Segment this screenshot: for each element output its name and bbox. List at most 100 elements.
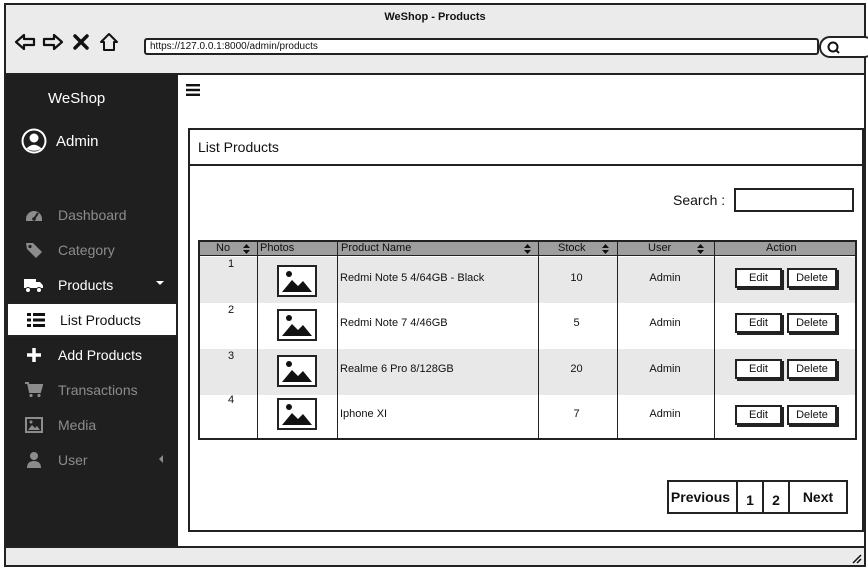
sidebar-item-label: Products <box>58 276 114 293</box>
row-number: 1 <box>228 258 235 270</box>
sort-icon[interactable] <box>524 244 531 254</box>
sidebar-item-transactions[interactable]: Transactions <box>6 372 178 407</box>
product-photo <box>277 265 317 297</box>
tag-icon <box>24 240 44 260</box>
resize-handle-icon[interactable] <box>850 552 862 564</box>
forward-arrow-icon[interactable] <box>42 31 64 53</box>
browser-window: WeShop - Products https://127.0.0.1:8000… <box>4 3 868 567</box>
previous-page-button[interactable]: Previous <box>667 480 734 514</box>
address-bar[interactable]: https://127.0.0.1:8000/admin/products <box>144 38 819 55</box>
sidebar-user-name: Admin <box>56 132 99 150</box>
status-bar <box>6 546 864 565</box>
window-title: WeShop - Products <box>384 11 486 23</box>
row-number: 2 <box>228 304 235 316</box>
delete-button[interactable]: Delete <box>787 359 837 379</box>
cart-icon <box>24 380 44 400</box>
table-row: 4 Iphone XI 7 Admin Edit Delete <box>200 393 855 439</box>
sort-icon[interactable] <box>243 244 250 254</box>
page-1-button[interactable]: 1 <box>736 480 764 514</box>
truck-icon <box>24 275 44 295</box>
sort-icon[interactable] <box>697 244 704 254</box>
table-row: 3 Realme 6 Pro 8/128GB 20 Admin Edit Del… <box>200 349 855 395</box>
chevron-left-icon <box>159 455 163 463</box>
product-name: Redmi Note 7 4/46GB <box>340 317 448 329</box>
column-header-user[interactable]: User <box>645 242 671 256</box>
sidebar-item-list-products[interactable]: List Products <box>6 302 178 337</box>
product-stock: 7 <box>573 408 580 420</box>
browser-nav <box>14 31 120 53</box>
image-icon <box>24 415 44 435</box>
edit-button[interactable]: Edit <box>735 405 782 425</box>
sidebar: WeShop Admin Dashboard Category Products… <box>6 75 178 550</box>
next-page-button[interactable]: Next <box>788 480 848 514</box>
user-icon <box>24 450 44 470</box>
sidebar-item-label: Transactions <box>58 381 138 398</box>
products-panel: List Products Search : No Photos Product… <box>188 128 864 532</box>
product-name: Redmi Note 5 4/64GB - Black <box>340 272 485 284</box>
image-placeholder-icon <box>282 404 312 425</box>
search-label: Search : <box>673 192 726 208</box>
table-row: 2 Redmi Note 7 4/46GB 5 Admin Edit Delet… <box>200 303 855 349</box>
row-number: 3 <box>228 350 235 362</box>
dashboard-icon <box>24 205 44 225</box>
sidebar-item-user[interactable]: User <box>6 442 178 477</box>
product-stock: 10 <box>570 272 583 284</box>
edit-button[interactable]: Edit <box>735 268 782 288</box>
column-header-no[interactable]: No <box>213 242 230 256</box>
page-2-button[interactable]: 2 <box>762 480 790 514</box>
home-icon[interactable] <box>98 31 120 53</box>
product-name: Realme 6 Pro 8/128GB <box>340 363 454 375</box>
column-header-photos: Photos <box>260 242 295 254</box>
sidebar-item-dashboard[interactable]: Dashboard <box>6 197 178 232</box>
sidebar-item-add-products[interactable]: Add Products <box>6 337 178 372</box>
close-icon[interactable] <box>70 31 92 53</box>
list-icon <box>26 310 46 330</box>
search-icon <box>827 41 840 54</box>
product-user: Admin <box>649 363 681 375</box>
browser-toolbar: WeShop - Products https://127.0.0.1:8000… <box>6 5 868 75</box>
sidebar-item-category[interactable]: Category <box>6 232 178 267</box>
product-stock: 20 <box>570 363 583 375</box>
chevron-down-icon <box>156 281 164 285</box>
image-placeholder-icon <box>282 271 312 292</box>
brand-name: WeShop <box>48 90 106 107</box>
sidebar-item-label: Category <box>58 241 115 258</box>
column-divider <box>538 242 539 440</box>
sidebar-item-products[interactable]: Products <box>6 267 178 302</box>
product-photo <box>277 398 317 430</box>
pagination: Previous 1 2 Next <box>667 480 848 514</box>
column-divider <box>257 242 258 440</box>
sidebar-item-label: Add Products <box>58 346 143 363</box>
column-header-product-name[interactable]: Product Name <box>338 242 411 256</box>
edit-button[interactable]: Edit <box>735 359 782 379</box>
table-header: No Photos Product Name Stock User Action <box>200 242 855 256</box>
sidebar-user: Admin <box>20 127 99 155</box>
delete-button[interactable]: Delete <box>787 313 837 333</box>
column-header-stock[interactable]: Stock <box>555 242 586 256</box>
browser-search-button[interactable] <box>819 36 868 58</box>
column-header-action: Action <box>766 242 797 254</box>
product-photo <box>277 309 317 341</box>
image-placeholder-icon <box>282 361 312 382</box>
table-row: 1 Redmi Note 5 4/64GB - Black 10 Admin E… <box>200 257 855 303</box>
back-arrow-icon[interactable] <box>14 31 36 53</box>
delete-button[interactable]: Delete <box>787 405 837 425</box>
column-divider <box>617 242 618 440</box>
sidebar-item-label: Dashboard <box>58 206 127 223</box>
image-placeholder-icon <box>282 315 312 336</box>
sort-icon[interactable] <box>602 244 609 254</box>
product-user: Admin <box>649 272 681 284</box>
page-title: List Products <box>190 130 862 166</box>
sidebar-menu: Dashboard Category Products List Product… <box>6 197 178 477</box>
plus-icon <box>24 345 44 365</box>
column-divider <box>714 242 715 440</box>
delete-button[interactable]: Delete <box>787 268 837 288</box>
row-number: 4 <box>228 394 235 406</box>
product-stock: 5 <box>573 317 580 329</box>
sidebar-item-media[interactable]: Media <box>6 407 178 442</box>
product-photo <box>277 355 317 387</box>
search-input[interactable] <box>734 188 854 212</box>
edit-button[interactable]: Edit <box>735 313 782 333</box>
hamburger-menu-icon[interactable] <box>186 83 200 101</box>
product-user: Admin <box>649 317 681 329</box>
